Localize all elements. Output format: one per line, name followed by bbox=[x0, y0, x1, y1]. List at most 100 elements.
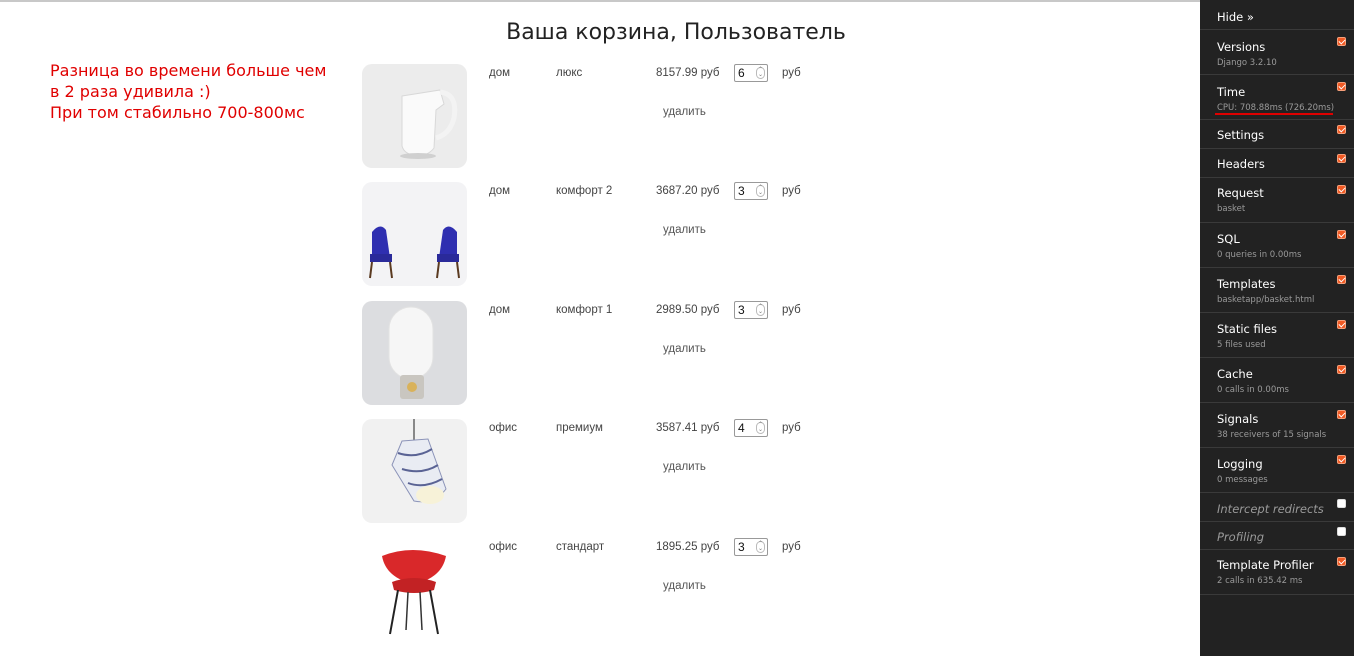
panel-sql[interactable]: SQL 0 queries in 0.00ms bbox=[1200, 223, 1354, 268]
currency-label: руб bbox=[782, 304, 801, 316]
item-price: 2989.50 руб bbox=[656, 304, 720, 316]
annotation-line: в 2 раза удивила :) bbox=[50, 82, 211, 101]
spinner-icon[interactable]: ⌃ ⌄ bbox=[756, 541, 765, 553]
item-price: 3687.20 руб bbox=[656, 185, 720, 197]
hide-label: Hide » bbox=[1217, 10, 1254, 24]
panel-toggle-checkbox[interactable] bbox=[1337, 499, 1346, 508]
panel-title: Signals bbox=[1217, 412, 1259, 426]
quantity-value: 6 bbox=[738, 66, 745, 80]
panel-toggle-checkbox[interactable] bbox=[1337, 185, 1346, 194]
panel-cache[interactable]: Cache 0 calls in 0.00ms bbox=[1200, 358, 1354, 403]
debug-toolbar: Hide » Versions Django 3.2.10 Time CPU: … bbox=[1200, 0, 1354, 656]
quantity-value: 3 bbox=[738, 540, 745, 554]
product-image-red-chair bbox=[362, 538, 467, 642]
item-name: комфорт 2 bbox=[556, 185, 613, 197]
panel-title: Time bbox=[1217, 85, 1246, 99]
panel-profiling[interactable]: Profiling bbox=[1200, 522, 1354, 550]
product-image-white-lamp bbox=[362, 301, 467, 405]
panel-title: Logging bbox=[1217, 457, 1263, 471]
basket-item: офис стандарт 1895.25 руб 3 ⌃ ⌄ руб удалит… bbox=[362, 538, 822, 642]
panel-subtitle: Django 3.2.10 bbox=[1217, 58, 1277, 68]
panel-template-profiler[interactable]: Template Profiler 2 calls in 635.42 ms bbox=[1200, 550, 1354, 595]
quantity-value: 4 bbox=[738, 421, 745, 435]
panel-subtitle: 0 queries in 0.00ms bbox=[1217, 250, 1302, 260]
product-image-blue-chairs bbox=[362, 182, 467, 286]
remove-button[interactable]: удалить bbox=[663, 343, 706, 355]
panel-toggle-checkbox[interactable] bbox=[1337, 455, 1346, 464]
item-price: 8157.99 руб bbox=[656, 67, 720, 79]
panel-toggle-checkbox[interactable] bbox=[1337, 527, 1346, 536]
remove-button[interactable]: удалить bbox=[663, 580, 706, 592]
item-price: 3587.41 руб bbox=[656, 422, 720, 434]
panel-versions[interactable]: Versions Django 3.2.10 bbox=[1200, 30, 1354, 75]
panel-toggle-checkbox[interactable] bbox=[1337, 37, 1346, 46]
quantity-stepper[interactable]: 6 ⌃ ⌄ bbox=[734, 64, 768, 82]
panel-toggle-checkbox[interactable] bbox=[1337, 320, 1346, 329]
product-image-white-jug bbox=[362, 64, 467, 168]
panel-subtitle: 0 messages bbox=[1217, 475, 1268, 485]
panel-subtitle: 5 files used bbox=[1217, 340, 1266, 350]
panel-subtitle: 0 calls in 0.00ms bbox=[1217, 385, 1289, 395]
basket-item: офис премиум 3587.41 руб 4 ⌃ ⌄ руб удалить bbox=[362, 419, 822, 523]
toolbar-hide-button[interactable]: Hide » bbox=[1200, 0, 1354, 30]
item-category: дом bbox=[489, 304, 511, 316]
panel-signals[interactable]: Signals 38 receivers of 15 signals bbox=[1200, 403, 1354, 448]
panel-title: Profiling bbox=[1217, 530, 1265, 544]
annotation-note: Разница во времени больше чем в 2 раза у… bbox=[50, 60, 360, 123]
panel-toggle-checkbox[interactable] bbox=[1337, 82, 1346, 91]
item-price: 1895.25 руб bbox=[656, 541, 720, 553]
spinner-icon[interactable]: ⌃ ⌄ bbox=[756, 67, 765, 79]
panel-title: SQL bbox=[1217, 232, 1240, 246]
item-category: офис bbox=[489, 422, 518, 434]
currency-label: руб bbox=[782, 185, 801, 197]
panel-time[interactable]: Time CPU: 708.88ms (726.20ms) bbox=[1200, 75, 1354, 120]
spinner-icon[interactable]: ⌃ ⌄ bbox=[756, 185, 765, 197]
panel-toggle-checkbox[interactable] bbox=[1337, 154, 1346, 163]
item-name: люкс bbox=[556, 67, 583, 79]
panel-toggle-checkbox[interactable] bbox=[1337, 125, 1346, 134]
quantity-stepper[interactable]: 4 ⌃ ⌄ bbox=[734, 419, 768, 437]
panel-request[interactable]: Request basket bbox=[1200, 178, 1354, 223]
item-category: офис bbox=[489, 541, 518, 553]
basket-item: дом комфорт 1 2989.50 руб 3 ⌃ ⌄ руб удалит… bbox=[362, 301, 822, 405]
quantity-value: 3 bbox=[738, 303, 745, 317]
remove-button[interactable]: удалить bbox=[663, 224, 706, 236]
basket-item: дом комфорт 2 3687.20 руб 3 ⌃ ⌄ руб удалит… bbox=[362, 182, 822, 286]
currency-label: руб bbox=[782, 541, 801, 553]
item-category: дом bbox=[489, 185, 511, 197]
panel-templates[interactable]: Templates basketapp/basket.html bbox=[1200, 268, 1354, 313]
currency-label: руб bbox=[782, 67, 801, 79]
panel-subtitle: 38 receivers of 15 signals bbox=[1217, 430, 1327, 440]
annotation-line: Разница во времени больше чем bbox=[50, 61, 327, 80]
panel-headers[interactable]: Headers bbox=[1200, 149, 1354, 178]
quantity-value: 3 bbox=[738, 184, 745, 198]
panel-toggle-checkbox[interactable] bbox=[1337, 410, 1346, 419]
panel-title: Versions bbox=[1217, 40, 1266, 54]
panel-title: Request bbox=[1217, 186, 1264, 200]
panel-title: Settings bbox=[1217, 128, 1265, 142]
quantity-stepper[interactable]: 3 ⌃ ⌄ bbox=[734, 301, 768, 319]
spinner-icon[interactable]: ⌃ ⌄ bbox=[756, 304, 765, 316]
panel-settings[interactable]: Settings bbox=[1200, 120, 1354, 149]
panel-title: Templates bbox=[1217, 277, 1276, 291]
panel-subtitle: CPU: 708.88ms (726.20ms) bbox=[1217, 103, 1335, 113]
currency-label: руб bbox=[782, 422, 801, 434]
page-title: Ваша корзина, Пользователь bbox=[506, 20, 846, 45]
panel-toggle-checkbox[interactable] bbox=[1337, 230, 1346, 239]
spinner-icon[interactable]: ⌃ ⌄ bbox=[756, 422, 765, 434]
panel-static-files[interactable]: Static files 5 files used bbox=[1200, 313, 1354, 358]
item-name: стандарт bbox=[556, 541, 605, 553]
top-divider bbox=[0, 0, 1200, 2]
quantity-stepper[interactable]: 3 ⌃ ⌄ bbox=[734, 538, 768, 556]
item-name: комфорт 1 bbox=[556, 304, 613, 316]
panel-logging[interactable]: Logging 0 messages bbox=[1200, 448, 1354, 493]
remove-button[interactable]: удалить bbox=[663, 106, 706, 118]
panel-toggle-checkbox[interactable] bbox=[1337, 365, 1346, 374]
remove-button[interactable]: удалить bbox=[663, 461, 706, 473]
quantity-stepper[interactable]: 3 ⌃ ⌄ bbox=[734, 182, 768, 200]
panel-toggle-checkbox[interactable] bbox=[1337, 275, 1346, 284]
panel-toggle-checkbox[interactable] bbox=[1337, 557, 1346, 566]
basket-item: дом люкс 8157.99 руб 6 ⌃ ⌄ руб удалить bbox=[362, 64, 822, 168]
panel-intercept-redirects[interactable]: Intercept redirects bbox=[1200, 493, 1354, 522]
panel-title: Cache bbox=[1217, 367, 1253, 381]
